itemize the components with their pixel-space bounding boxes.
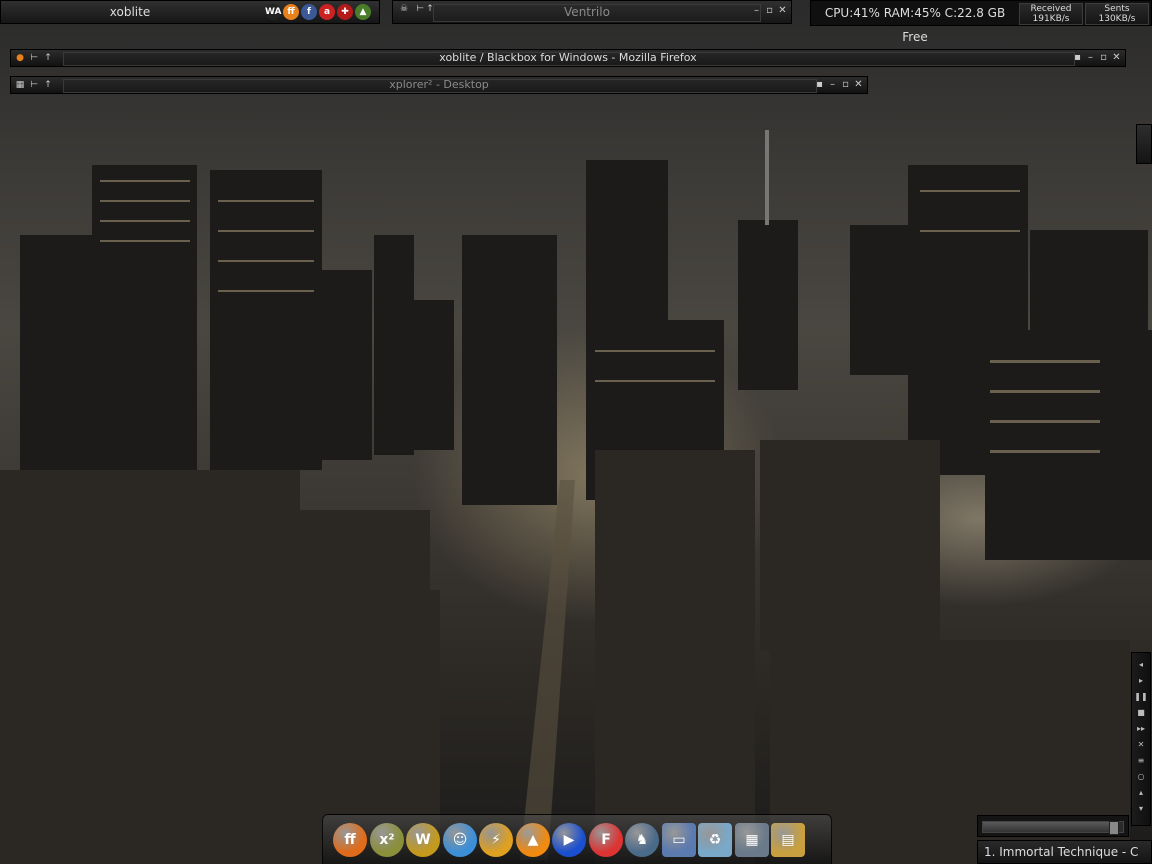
messenger-icon[interactable]: ☺ — [443, 823, 477, 857]
minimize-button[interactable]: – — [1086, 51, 1095, 65]
aim-icon[interactable]: a — [319, 4, 335, 20]
ventrilo-window-bar[interactable]: ☠ ⊢ ↑ Ventrilo – ▫ ✕ — [392, 0, 792, 24]
recycle-bin-icon[interactable]: ♻ — [698, 823, 732, 857]
now-playing-bar[interactable]: 1. Immortal Technique - C — [977, 840, 1152, 864]
sent-meter: Sents 130KB/s — [1085, 3, 1149, 25]
received-label: Received — [1030, 4, 1072, 14]
maximize-button[interactable]: ▫ — [765, 4, 774, 18]
warcraft-icon[interactable]: W — [406, 823, 440, 857]
desktop-wallpaper — [0, 0, 1152, 864]
xplorer-icon[interactable]: x² — [370, 823, 404, 857]
ventrilo-title: Ventrilo — [564, 5, 610, 19]
counter-strike-icon[interactable]: ♞ — [625, 823, 659, 857]
stop-icon[interactable]: ■ — [1132, 705, 1150, 721]
archive-icon[interactable]: ▤ — [771, 823, 805, 857]
sent-label: Sents — [1104, 4, 1130, 14]
previous-icon[interactable]: ◂ — [1132, 657, 1150, 673]
media-controls: ◂ ▸ ❚❚ ■ ▸▸ ✕ ≡ ○ ▴ ▾ — [1131, 652, 1151, 826]
ventrilo-icon[interactable]: ☠ — [397, 2, 411, 16]
shuffle-icon[interactable]: ✕ — [1132, 737, 1150, 753]
xplorer-window-bar[interactable]: ▦ ⊢ ↑ xplorer² - Desktop ▪ – ▫ ✕ — [10, 76, 868, 94]
workspace-bar: xoblite WA ff f a ✚ ▲ — [0, 0, 380, 24]
application-dock: ff x² W ☺ ⚡ ▲ ▶ F ♞ ▭ ♻ ▦ ▤ — [322, 814, 832, 864]
seek-handle[interactable] — [1109, 821, 1119, 835]
firefox-window-title: xoblite / Blackbox for Windows - Mozilla… — [439, 51, 697, 64]
network-icon[interactable]: ▲ — [355, 4, 371, 20]
playlist-icon[interactable]: ≡ — [1132, 753, 1150, 769]
desktop-icon[interactable]: ▦ — [735, 823, 769, 857]
received-meter: Received 191KB/s — [1019, 3, 1083, 25]
system-stats: CPU:41% RAM:45% C:22.8 GB Free — [824, 6, 1006, 44]
firefox-window-bar[interactable]: ● ⊢ ↑ xoblite / Blackbox for Windows - M… — [10, 49, 1126, 67]
close-button[interactable]: ✕ — [778, 4, 787, 18]
received-value: 191KB/s — [1032, 14, 1070, 24]
close-button[interactable]: ✕ — [854, 78, 863, 92]
folder-icon[interactable]: ▭ — [662, 823, 696, 857]
pause-icon[interactable]: ❚❚ — [1132, 689, 1150, 705]
media-player-icon[interactable]: ▶ — [552, 823, 586, 857]
repeat-icon[interactable]: ○ — [1132, 769, 1150, 785]
firefox-icon[interactable]: ff — [333, 823, 367, 857]
shade-button[interactable]: ▪ — [815, 78, 824, 92]
winamp-dock-icon[interactable]: ⚡ — [479, 823, 513, 857]
seek-progress — [983, 822, 1115, 832]
minimize-button[interactable]: – — [752, 4, 761, 18]
maximize-button[interactable]: ▫ — [1099, 51, 1108, 65]
seek-track[interactable] — [982, 821, 1124, 835]
seek-bar[interactable] — [977, 815, 1129, 837]
vlc-icon[interactable]: ▲ — [516, 823, 550, 857]
xplorer-window-title: xplorer² - Desktop — [389, 78, 489, 91]
sent-value: 130KB/s — [1098, 14, 1136, 24]
city-skyline-image — [0, 130, 1152, 864]
workspace-title[interactable]: xoblite — [1, 1, 259, 23]
minimize-button[interactable]: – — [828, 78, 837, 92]
next-icon[interactable]: ▸▸ — [1132, 721, 1150, 737]
system-tray: WA ff f a ✚ ▲ — [265, 4, 371, 22]
firefox-tray-icon[interactable]: ff — [283, 4, 299, 20]
now-playing-title: 1. Immortal Technique - C — [984, 845, 1139, 859]
volume-up-icon[interactable]: ▴ — [1132, 785, 1150, 801]
slit-handle[interactable] — [1136, 124, 1152, 164]
filezilla-icon[interactable]: F — [589, 823, 623, 857]
shield-icon[interactable]: ✚ — [337, 4, 353, 20]
system-monitor-bar: CPU:41% RAM:45% C:22.8 GB Free Received … — [810, 0, 1152, 44]
volume-down-icon[interactable]: ▾ — [1132, 801, 1150, 817]
play-icon[interactable]: ▸ — [1132, 673, 1150, 689]
shade-button[interactable]: ▪ — [1073, 51, 1082, 65]
facebook-icon[interactable]: f — [301, 4, 317, 20]
winamp-icon[interactable]: WA — [265, 4, 282, 20]
maximize-button[interactable]: ▫ — [841, 78, 850, 92]
close-button[interactable]: ✕ — [1112, 51, 1121, 65]
